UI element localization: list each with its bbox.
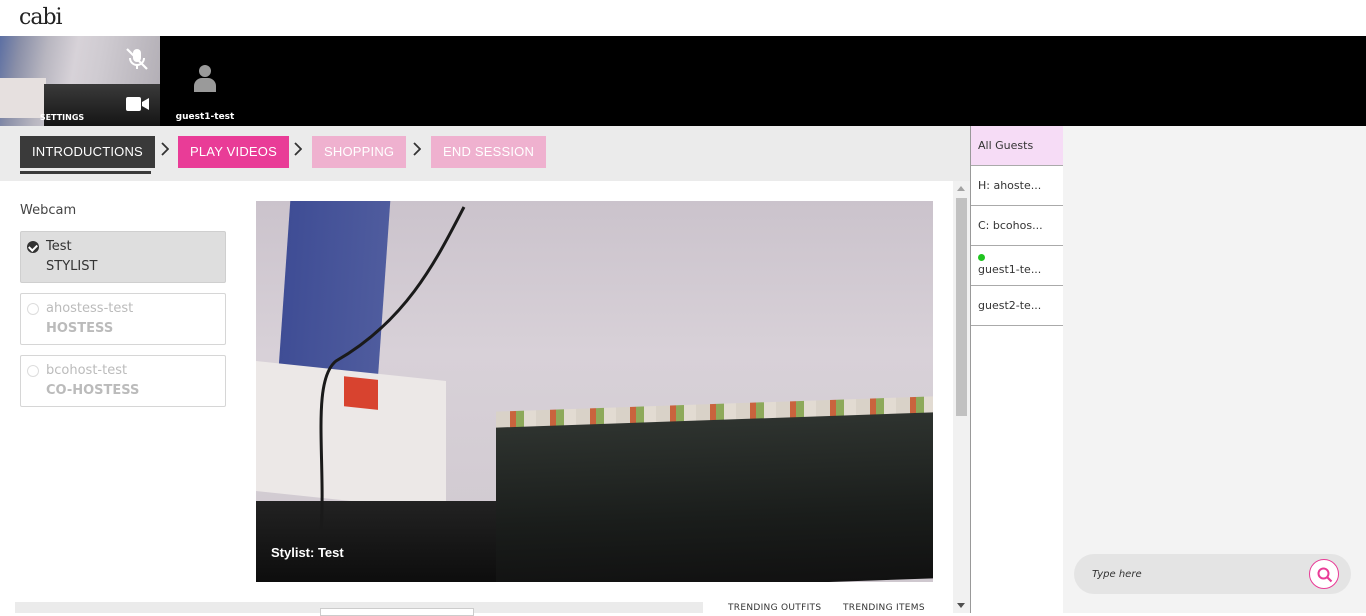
webcam-option-role: HOSTESS xyxy=(46,321,114,336)
cabi-logo[interactable]: cabi xyxy=(19,5,63,30)
main-scrollbar[interactable] xyxy=(953,181,970,613)
radio-icon xyxy=(27,365,39,377)
guest-video-tile[interactable]: guest1-test xyxy=(160,36,250,126)
settings-label[interactable]: SETTINGS xyxy=(0,113,124,122)
webcam-option-co-hostess[interactable]: bcohost-test CO-HOSTESS xyxy=(20,355,226,407)
guest-list: All Guests H: ahoste... C: bcohos... gue… xyxy=(970,126,1063,613)
guest-item-label: guest1-te... xyxy=(978,263,1042,276)
main-video-feed[interactable]: Stylist: Test xyxy=(256,201,933,582)
bottom-panel xyxy=(15,602,703,616)
chat-input-container xyxy=(1074,554,1351,594)
online-status-icon xyxy=(978,254,985,261)
radio-icon xyxy=(27,303,39,315)
webcam-option-hostess[interactable]: ahostess-test HOSTESS xyxy=(20,293,226,345)
tab-trending-items[interactable]: TRENDING ITEMS xyxy=(843,603,925,613)
camera-icon[interactable] xyxy=(126,96,150,112)
guest-item-hostess[interactable]: H: ahoste... xyxy=(971,166,1063,206)
guest-item-guest2[interactable]: guest2-te... xyxy=(971,286,1063,326)
chat-panel xyxy=(1063,126,1366,613)
video-strip: SETTINGS guest1-test xyxy=(0,36,1366,126)
scrollbar-thumb[interactable] xyxy=(956,198,967,416)
search-button[interactable] xyxy=(1309,559,1339,589)
guest-item-co-hostess[interactable]: C: bcohos... xyxy=(971,206,1063,246)
guest-item-guest1[interactable]: guest1-te... xyxy=(971,246,1063,286)
chevron-right-icon xyxy=(294,142,302,156)
active-step-underline xyxy=(20,171,151,174)
check-icon xyxy=(27,241,39,253)
tab-trending-outfits[interactable]: TRENDING OUTFITS xyxy=(728,603,821,613)
webcam-option-name: ahostess-test xyxy=(46,301,134,316)
step-end-session[interactable]: END SESSION xyxy=(431,136,547,168)
top-bar: cabi xyxy=(0,0,1366,36)
webcam-option-name: Test xyxy=(46,239,72,254)
chat-input[interactable] xyxy=(1092,564,1302,584)
bottom-panel-field[interactable] xyxy=(320,608,474,616)
webcam-option-role: CO-HOSTESS xyxy=(46,383,140,398)
webcam-option-name: bcohost-test xyxy=(46,363,128,378)
webcam-heading: Webcam xyxy=(20,203,77,218)
guest-item-label: H: ahoste... xyxy=(978,179,1042,192)
chevron-right-icon xyxy=(413,142,421,156)
guest-item-all[interactable]: All Guests xyxy=(971,126,1063,166)
webcam-option-stylist[interactable]: Test STYLIST xyxy=(20,231,226,283)
user-avatar-icon xyxy=(194,65,216,92)
search-icon xyxy=(1317,567,1333,583)
scroll-down-icon[interactable] xyxy=(957,603,965,608)
step-introductions[interactable]: INTRODUCTIONS xyxy=(20,136,155,168)
mic-muted-icon[interactable] xyxy=(124,46,150,72)
scroll-up-icon[interactable] xyxy=(957,186,965,191)
webcam-option-role: STYLIST xyxy=(46,259,98,274)
guest-tile-name: guest1-test xyxy=(175,112,235,122)
session-steps-bar: INTRODUCTIONS PLAY VIDEOS SHOPPING END S… xyxy=(0,126,970,181)
step-play-videos[interactable]: PLAY VIDEOS xyxy=(178,136,289,168)
guest-item-label: guest2-te... xyxy=(978,299,1042,312)
guest-item-label: C: bcohos... xyxy=(978,219,1043,232)
chevron-right-icon xyxy=(161,142,169,156)
step-shopping[interactable]: SHOPPING xyxy=(312,136,407,168)
video-caption: Stylist: Test xyxy=(271,545,344,560)
self-video-tile[interactable]: SETTINGS xyxy=(0,36,160,126)
guest-item-label: All Guests xyxy=(978,139,1034,152)
